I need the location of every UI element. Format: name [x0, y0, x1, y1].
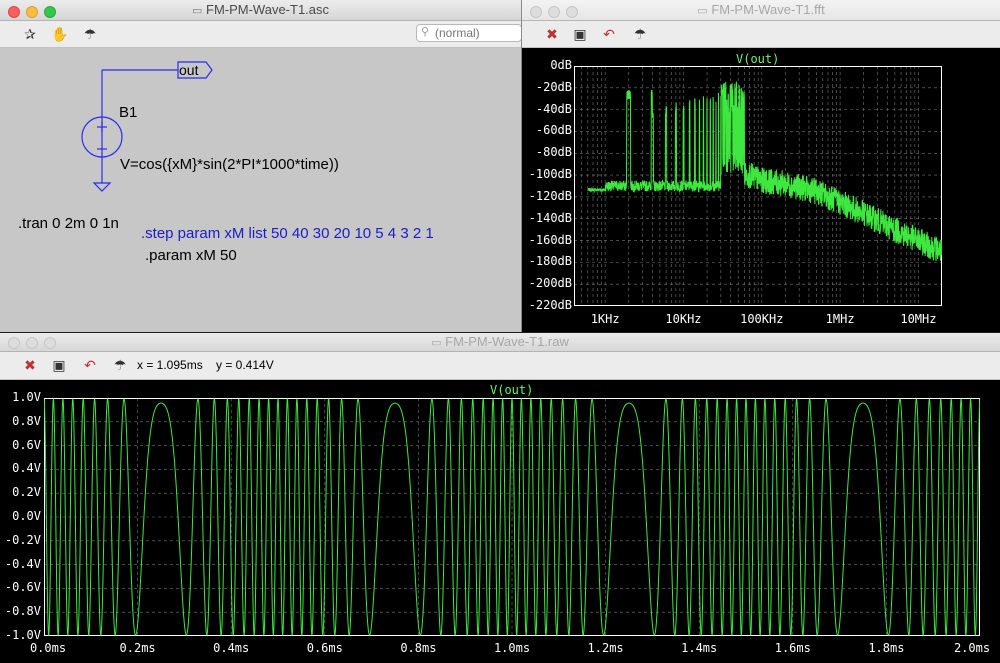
- tick-label: -220dB: [528, 298, 572, 312]
- tick-label: -0.4V: [4, 556, 41, 571]
- tick-label: 1.6ms: [774, 641, 811, 655]
- tick-label: 2.0ms: [953, 641, 991, 655]
- tick-label: -140dB: [528, 210, 572, 225]
- source-name[interactable]: B1: [119, 104, 137, 121]
- tick-label: -160dB: [528, 232, 572, 247]
- probe-icon[interactable]: ☂: [630, 24, 650, 44]
- tick-label: 100KHz: [740, 312, 784, 326]
- tick-label: 0.2ms: [119, 641, 156, 655]
- probe-icon[interactable]: ☂: [110, 355, 130, 375]
- fft-window: ▭ FM-PM-Wave-T1.fft ✖ ▣ ↶ ☂ V(out) 0dB -2…: [522, 0, 1000, 332]
- undo-zoom-icon[interactable]: ↶: [599, 24, 619, 44]
- tick-label: 1.0V: [12, 390, 41, 404]
- tick-label: 0.4ms: [213, 641, 250, 655]
- schematic-window: ▭ FM-PM-Wave-T1.asc ✰ ✋ ☂ ⚲ out B1: [0, 0, 522, 332]
- transient-titlebar[interactable]: ▭ FM-PM-Wave-T1.raw: [0, 333, 1000, 352]
- fft-title: FM-PM-Wave-T1.fft: [711, 2, 825, 17]
- transient-plot[interactable]: [44, 398, 980, 636]
- tick-label: -100dB: [528, 167, 572, 182]
- tran-directive[interactable]: .tran 0 2m 0 1n: [18, 215, 119, 232]
- cursor-x-readout: x = 1.095ms: [137, 358, 203, 372]
- close-button[interactable]: [530, 6, 542, 18]
- zoom-button[interactable]: [566, 6, 578, 18]
- autoscale-icon[interactable]: ✖: [542, 24, 562, 44]
- tick-label: -80dB: [535, 145, 572, 160]
- zoom-rect-icon[interactable]: ▣: [49, 355, 69, 375]
- fft-trace: [587, 81, 942, 262]
- step-directive[interactable]: .step param xM list 50 40 30 20 10 5 4 3…: [141, 225, 434, 242]
- schematic-canvas[interactable]: out B1 V=cos({xM}*sin(2*PI*1000*time)) .…: [0, 48, 521, 332]
- tick-label: 0dB: [550, 58, 572, 72]
- tick-label: -0.2V: [4, 532, 41, 547]
- minimize-button[interactable]: [548, 6, 560, 18]
- close-button[interactable]: [8, 6, 20, 18]
- transient-toolbar: ✖ ▣ ↶ ☂ x = 1.095ms y = 0.414V: [0, 352, 1000, 380]
- tick-label: 0.6ms: [306, 641, 343, 655]
- tick-label: 1.4ms: [681, 641, 718, 655]
- tick-label: 10MHz: [900, 312, 937, 326]
- param-directive[interactable]: .param xM 50: [145, 247, 237, 264]
- tick-label: -60dB: [535, 123, 572, 138]
- tick-label: -0.6V: [4, 580, 41, 595]
- transient-title: FM-PM-Wave-T1.raw: [445, 334, 569, 349]
- tick-label: 1.2ms: [587, 641, 624, 655]
- tick-label: -0.8V: [4, 604, 41, 619]
- tick-label: 0.4V: [12, 461, 41, 476]
- tick-label: 10KHz: [665, 312, 702, 326]
- search-input[interactable]: [416, 24, 521, 42]
- tick-label: 1MHz: [825, 312, 855, 326]
- search-icon: ⚲: [421, 26, 430, 38]
- net-label[interactable]: out: [179, 62, 198, 78]
- fft-trace-title[interactable]: V(out): [736, 52, 779, 66]
- minimize-button[interactable]: [26, 337, 38, 349]
- tick-label: -1.0V: [4, 628, 41, 642]
- tick-label: -40dB: [535, 101, 572, 116]
- wire[interactable]: [101, 69, 178, 117]
- tick-label: 0.0V: [12, 509, 41, 523]
- fft-toolbar: ✖ ▣ ↶ ☂: [522, 21, 1000, 48]
- tick-label: 1KHz: [590, 312, 620, 326]
- document-icon: ▭: [191, 5, 203, 17]
- tick-label: 0.6V: [12, 437, 41, 452]
- grid-lines: [44, 398, 980, 636]
- source-value[interactable]: V=cos({xM}*sin(2*PI*1000*time)): [120, 156, 339, 173]
- pan-hand-icon[interactable]: ✋: [50, 24, 70, 44]
- close-button[interactable]: [8, 337, 20, 349]
- ground-icon[interactable]: [92, 182, 112, 192]
- tick-label: 0.8V: [12, 413, 41, 428]
- tick-label: 1.8ms: [868, 641, 905, 655]
- grid-lines: [574, 66, 942, 306]
- schematic-drawing: [81, 61, 213, 192]
- autoscale-icon[interactable]: ✖: [20, 355, 40, 375]
- fft-titlebar[interactable]: ▭ FM-PM-Wave-T1.fft: [522, 0, 1000, 21]
- transient-window: ▭ FM-PM-Wave-T1.raw ✖ ▣ ↶ ☂ x = 1.095ms …: [0, 333, 1000, 663]
- zoom-button[interactable]: [44, 6, 56, 18]
- tick-label: -200dB: [528, 276, 572, 291]
- tick-label: -20dB: [535, 79, 572, 94]
- schematic-toolbar: ✰ ✋ ☂ ⚲: [0, 21, 521, 48]
- run-icon[interactable]: ✰: [20, 24, 40, 44]
- voltage-source-symbol[interactable]: [81, 116, 123, 183]
- schematic-titlebar[interactable]: ▭ FM-PM-Wave-T1.asc: [0, 0, 521, 21]
- document-icon: ▭: [697, 5, 708, 17]
- probe-icon[interactable]: ☂: [80, 24, 100, 44]
- undo-zoom-icon[interactable]: ↶: [80, 355, 100, 375]
- fft-plot[interactable]: [574, 66, 942, 306]
- minimize-button[interactable]: [26, 6, 38, 18]
- tick-label: 1.0ms: [493, 641, 531, 655]
- zoom-rect-icon[interactable]: ▣: [570, 24, 590, 44]
- cursor-y-readout: y = 0.414V: [216, 358, 274, 372]
- transient-trace-title[interactable]: V(out): [490, 383, 533, 397]
- tick-label: -180dB: [528, 254, 572, 269]
- schematic-title: FM-PM-Wave-T1.asc: [206, 2, 330, 17]
- tick-label: 0.8ms: [400, 641, 437, 655]
- tick-label: 0.2V: [12, 485, 41, 500]
- zoom-button[interactable]: [44, 337, 56, 349]
- tick-label: -120dB: [528, 188, 572, 203]
- tick-label: 0.0ms: [29, 641, 67, 655]
- document-icon: ▭: [431, 337, 442, 349]
